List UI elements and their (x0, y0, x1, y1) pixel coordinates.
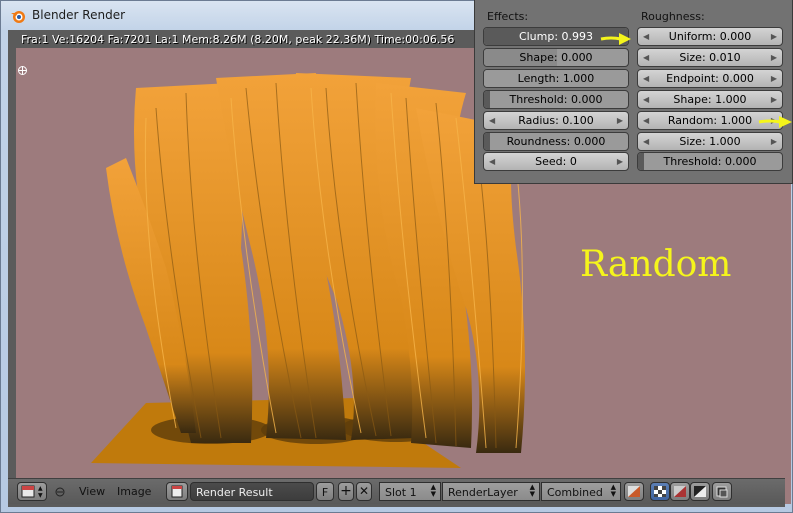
threshold-slider[interactable]: Threshold: 0.000 (483, 90, 629, 109)
decrement-arrow-icon[interactable]: ◀ (643, 112, 649, 129)
image-browse-icon (171, 485, 183, 498)
alpha-checker-icon (674, 486, 686, 497)
rough-random-size-field[interactable]: ◀ Size: 1.000 ▶ (637, 132, 783, 151)
image-editor-header: ▲ ▼ View Image Render Result F + ✕ Slot … (8, 478, 785, 504)
blender-logo-icon (11, 11, 25, 23)
copy-layers-icon (716, 486, 728, 498)
checker-icon (654, 486, 666, 497)
image-name-field[interactable]: Render Result (190, 482, 314, 501)
zbuffer-icon (694, 486, 706, 497)
updown-arrow-icon: ▲ ▼ (610, 483, 616, 498)
decrement-arrow-icon[interactable]: ◀ (643, 91, 649, 108)
browse-image-button[interactable] (166, 482, 188, 501)
increment-arrow-icon[interactable]: ▶ (771, 28, 777, 45)
radius-field[interactable]: ◀ Radius: 0.100 ▶ (483, 111, 629, 130)
draw-zbuffer-button[interactable] (690, 482, 710, 501)
rough-threshold-slider[interactable]: Threshold: 0.000 (637, 152, 783, 171)
new-image-icon[interactable]: + (338, 482, 354, 501)
draw-image-alpha-button[interactable] (624, 482, 644, 501)
decrement-arrow-icon[interactable]: ◀ (489, 112, 495, 129)
color-alpha-icon (628, 486, 640, 497)
increment-arrow-icon[interactable]: ▶ (771, 133, 777, 150)
annotation-label: Random (580, 244, 732, 285)
increment-arrow-icon[interactable]: ▶ (771, 70, 777, 87)
render-pass-select[interactable]: Combined ▲ ▼ (541, 482, 621, 501)
roundness-slider[interactable]: Roundness: 0.000 (483, 132, 629, 151)
rough-uniform-field[interactable]: ◀ Uniform: 0.000 ▶ (637, 27, 783, 46)
window-title: Blender Render (32, 8, 126, 22)
decrement-arrow-icon[interactable]: ◀ (643, 28, 649, 45)
updown-arrow-icon: ▲ ▼ (529, 483, 535, 498)
increment-arrow-icon[interactable]: ▶ (771, 91, 777, 108)
increment-arrow-icon[interactable]: ▶ (617, 153, 623, 170)
hair-clumps (106, 73, 525, 453)
highlight-arrow-icon (758, 116, 792, 128)
unlink-image-icon[interactable]: ✕ (356, 482, 372, 501)
render-stats: Fra:1 Ve:16204 Fa:7201 La:1 Mem:8.26M (8… (21, 33, 455, 46)
particle-properties-panel: Effects: Roughness: Clump: 0.993 Shape: … (474, 0, 793, 184)
decrement-arrow-icon[interactable]: ◀ (643, 133, 649, 150)
roughness-title: Roughness: (641, 10, 705, 23)
rough-shape-field[interactable]: ◀ Shape: 1.000 ▶ (637, 90, 783, 109)
decrement-arrow-icon[interactable]: ◀ (489, 153, 495, 170)
shape-slider[interactable]: Shape: 0.000 (483, 48, 629, 67)
decrement-arrow-icon[interactable]: ◀ (643, 49, 649, 66)
rough-endpoint-field[interactable]: ◀ Endpoint: 0.000 ▶ (637, 69, 783, 88)
updown-arrow-icon: ▲ ▼ (430, 483, 436, 498)
sample-cursor-icon (18, 66, 27, 75)
seed-field[interactable]: ◀ Seed: 0 ▶ (483, 152, 629, 171)
draw-image-button[interactable] (650, 482, 670, 501)
highlight-arrow-icon (600, 33, 631, 45)
view-menu[interactable]: View (79, 482, 105, 501)
svg-text:▼: ▼ (38, 492, 43, 499)
rough-size-field[interactable]: ◀ Size: 0.010 ▶ (637, 48, 783, 67)
decrement-arrow-icon[interactable]: ◀ (643, 70, 649, 87)
increment-arrow-icon[interactable]: ▶ (617, 112, 623, 129)
fake-user-button[interactable]: F (316, 482, 334, 501)
svg-text:▲: ▲ (38, 485, 43, 492)
slot-select[interactable]: Slot 1 ▲ ▼ (379, 482, 441, 501)
draw-alpha-button[interactable] (670, 482, 690, 501)
length-slider[interactable]: Length: 1.000 (483, 69, 629, 88)
effects-title: Effects: (487, 10, 529, 23)
image-editor-icon: ▲ ▼ (21, 485, 43, 499)
image-menu[interactable]: Image (117, 482, 151, 501)
collapse-menus-icon[interactable] (54, 482, 68, 501)
pin-image-button[interactable] (712, 482, 732, 501)
render-layer-select[interactable]: RenderLayer ▲ ▼ (442, 482, 540, 501)
editor-type-menu[interactable]: ▲ ▼ (17, 482, 47, 501)
increment-arrow-icon[interactable]: ▶ (771, 49, 777, 66)
